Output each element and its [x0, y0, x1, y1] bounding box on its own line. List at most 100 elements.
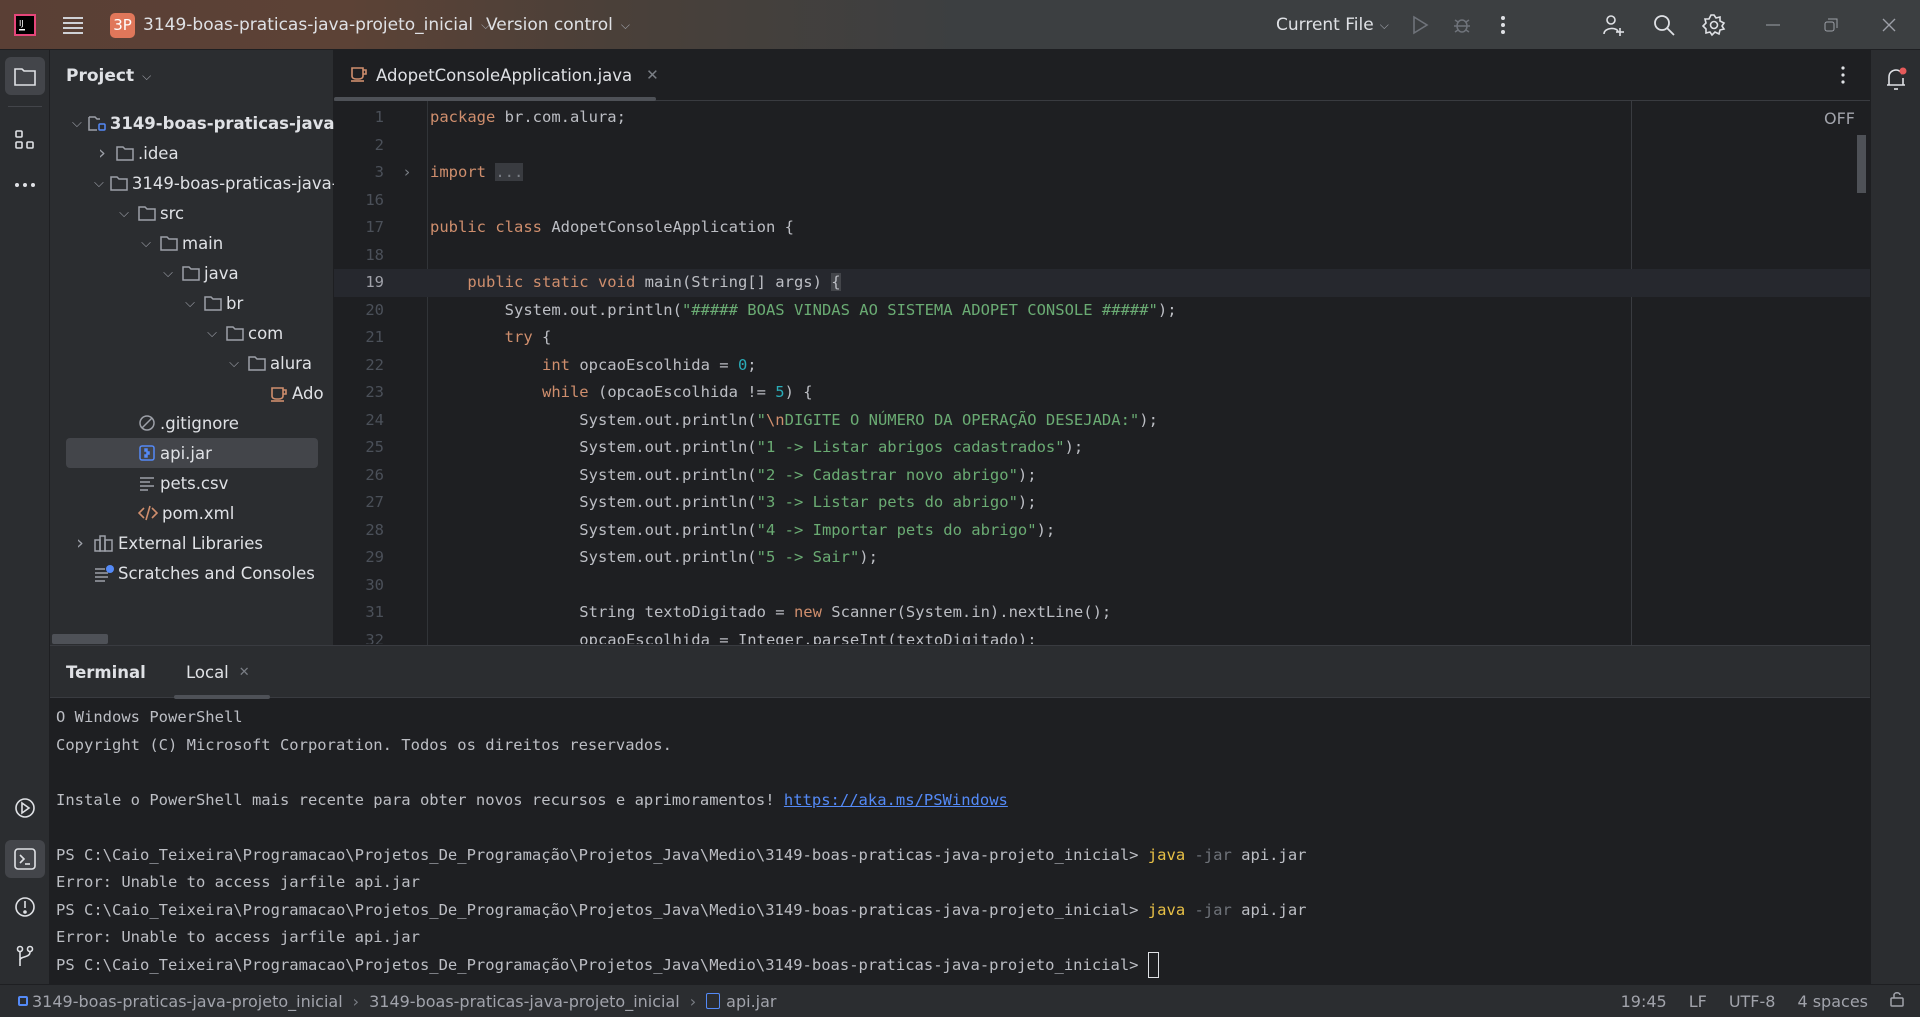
- code-line[interactable]: 24 System.out.println("\nDIGITE O NÚMERO…: [334, 407, 1870, 435]
- line-number[interactable]: 3: [334, 159, 384, 187]
- line-number[interactable]: 22: [334, 352, 384, 380]
- line-number[interactable]: 19: [334, 269, 384, 297]
- more-tools-icon[interactable]: [5, 166, 45, 204]
- chevron-down-icon[interactable]: ⌵: [116, 206, 132, 221]
- line-number[interactable]: 21: [334, 324, 384, 352]
- code-line[interactable]: 32 opcaoEscolhida = Integer.parseInt(tex…: [334, 627, 1870, 645]
- code-line[interactable]: 21 try {: [334, 324, 1870, 352]
- tree-item[interactable]: ⌵ com: [50, 318, 334, 348]
- search-icon[interactable]: [1652, 0, 1676, 50]
- more-actions-icon[interactable]: [1500, 0, 1506, 50]
- code-line[interactable]: 19 public static void main(String[] args…: [334, 269, 1870, 297]
- tree-item[interactable]: .gitignore: [50, 408, 334, 438]
- code-line[interactable]: 22 int opcaoEscolhida = 0;: [334, 352, 1870, 380]
- main-menu-icon[interactable]: [62, 0, 84, 50]
- run-icon[interactable]: [1410, 0, 1430, 50]
- line-number[interactable]: 29: [334, 544, 384, 572]
- line-number[interactable]: 2: [334, 132, 384, 160]
- powershell-link[interactable]: https://aka.ms/PSWindows: [784, 791, 1008, 809]
- tree-item[interactable]: ⌵ main: [50, 228, 334, 258]
- chevron-down-icon[interactable]: ⌵: [94, 176, 104, 191]
- code-line[interactable]: 18: [334, 242, 1870, 270]
- minimize-button[interactable]: [1766, 0, 1780, 50]
- code-line[interactable]: 28 System.out.println("4 -> Importar pet…: [334, 517, 1870, 545]
- chevron-down-icon[interactable]: ⌵: [160, 266, 176, 281]
- code-line[interactable]: 27 System.out.println("3 -> Listar pets …: [334, 489, 1870, 517]
- tree-item[interactable]: › .idea: [50, 138, 334, 168]
- line-number[interactable]: 23: [334, 379, 384, 407]
- line-number[interactable]: 31: [334, 599, 384, 627]
- chevron-right-icon[interactable]: ›: [94, 142, 110, 164]
- code-line[interactable]: 16: [334, 187, 1870, 215]
- line-number[interactable]: 32: [334, 627, 384, 645]
- chevron-down-icon[interactable]: ⌵: [204, 326, 220, 341]
- vertical-scrollbar[interactable]: [1857, 135, 1866, 193]
- close-tab-icon[interactable]: ✕: [646, 66, 659, 84]
- tab-adopet-console-application[interactable]: AdopetConsoleApplication.java ✕: [350, 50, 659, 100]
- line-number[interactable]: 28: [334, 517, 384, 545]
- add-user-icon[interactable]: [1602, 0, 1626, 50]
- chevron-right-icon[interactable]: ›: [72, 532, 88, 554]
- code-line[interactable]: 23 while (opcaoEscolhida != 5) {: [334, 379, 1870, 407]
- tree-item[interactable]: Scratches and Consoles: [50, 558, 334, 588]
- line-number[interactable]: 30: [334, 572, 384, 600]
- line-number[interactable]: 26: [334, 462, 384, 490]
- chevron-down-icon[interactable]: ⌵: [182, 296, 198, 311]
- editor-options-icon[interactable]: [1840, 65, 1846, 89]
- close-window-button[interactable]: [1882, 0, 1896, 50]
- chevron-down-icon[interactable]: ⌵: [226, 356, 242, 371]
- project-selector[interactable]: 3P 3149-boas-praticas-java-projeto_inici…: [110, 0, 490, 50]
- tree-item[interactable]: api.jar: [66, 438, 318, 468]
- breadcrumb-item[interactable]: 3149-boas-praticas-java-projeto_inicial: [369, 992, 680, 1011]
- line-number[interactable]: 24: [334, 407, 384, 435]
- breadcrumb-item[interactable]: api.jar: [726, 992, 776, 1011]
- tree-item[interactable]: ⌵ alura: [50, 348, 334, 378]
- code-line[interactable]: 25 System.out.println("1 -> Listar abrig…: [334, 434, 1870, 462]
- tree-item[interactable]: pets.csv: [50, 468, 334, 498]
- lock-icon[interactable]: [1890, 991, 1904, 1011]
- code-line[interactable]: 3 › import ...: [334, 159, 1870, 187]
- tree-item[interactable]: pom.xml: [50, 498, 334, 528]
- terminal-tool-button[interactable]: [5, 840, 45, 878]
- notifications-bell-icon[interactable]: [1876, 60, 1916, 98]
- structure-icon[interactable]: [5, 121, 45, 159]
- line-number[interactable]: 18: [334, 242, 384, 270]
- file-encoding[interactable]: UTF-8: [1729, 992, 1776, 1011]
- close-tab-icon[interactable]: ✕: [239, 665, 250, 680]
- line-number[interactable]: 27: [334, 489, 384, 517]
- settings-gear-icon[interactable]: [1702, 0, 1726, 50]
- version-control-menu[interactable]: Version control ⌵: [486, 0, 630, 50]
- tree-item[interactable]: ⌵ java: [50, 258, 334, 288]
- git-icon[interactable]: [5, 937, 45, 975]
- indent-setting[interactable]: 4 spaces: [1797, 992, 1868, 1011]
- caret-position[interactable]: 19:45: [1621, 992, 1667, 1011]
- tree-item[interactable]: ⌵ br: [50, 288, 334, 318]
- terminal-output[interactable]: O Windows PowerShell Copyright (C) Micros…: [50, 700, 1870, 985]
- run-config-selector[interactable]: Current File ⌵: [1276, 0, 1389, 50]
- debug-icon[interactable]: [1452, 0, 1472, 50]
- chevron-down-icon[interactable]: ⌵: [72, 116, 82, 131]
- horizontal-scrollbar[interactable]: [52, 634, 108, 644]
- line-number[interactable]: 16: [334, 187, 384, 215]
- code-area[interactable]: 1 package br.com.alura; 2 3 › import ... 16 17 p…: [334, 104, 1870, 644]
- tree-item[interactable]: Ado: [50, 378, 334, 408]
- tree-item[interactable]: ⌵ src: [50, 198, 334, 228]
- chevron-down-icon[interactable]: ⌵: [138, 236, 154, 251]
- code-line[interactable]: 1 package br.com.alura;: [334, 104, 1870, 132]
- line-number[interactable]: 1: [334, 104, 384, 132]
- fold-expand-icon[interactable]: ›: [404, 159, 410, 187]
- code-line[interactable]: 17 public class AdopetConsoleApplication …: [334, 214, 1870, 242]
- code-line[interactable]: 31 String textoDigitado = new Scanner(Sy…: [334, 599, 1870, 627]
- inspection-status[interactable]: OFF: [1824, 109, 1855, 128]
- tree-item[interactable]: ⌵ 3149-boas-praticas-java-: [50, 168, 334, 198]
- line-number[interactable]: 20: [334, 297, 384, 325]
- code-line[interactable]: 30: [334, 572, 1870, 600]
- problems-icon[interactable]: [5, 888, 45, 926]
- project-panel-header[interactable]: Project ⌵: [66, 50, 151, 102]
- tree-item[interactable]: ⌵ 3149-boas-praticas-java-: [50, 108, 334, 138]
- code-line[interactable]: 2: [334, 132, 1870, 160]
- services-icon[interactable]: [5, 789, 45, 827]
- breadcrumb-item[interactable]: 3149-boas-praticas-java-projeto_inicial: [32, 992, 343, 1011]
- terminal-tab-local[interactable]: Local ✕: [174, 646, 262, 698]
- tree-item[interactable]: › External Libraries: [50, 528, 334, 558]
